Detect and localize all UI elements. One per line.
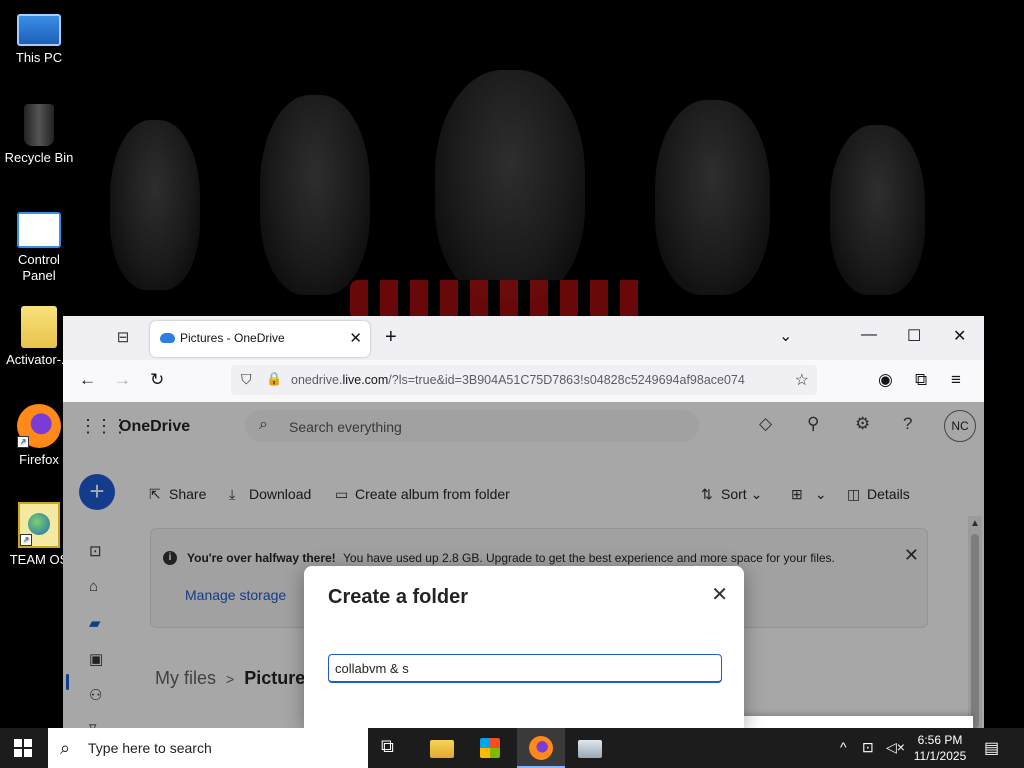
navigation-toolbar: ← → ↻ ⛉ 🔒 onedrive.live.com/?ls=true&id=… (63, 360, 984, 403)
new-tab-button[interactable]: + (385, 326, 397, 349)
desktop-icon-label: Recycle Bin (4, 150, 74, 165)
wallpaper-mask (260, 95, 370, 295)
taskbar-clock[interactable]: 6:56 PM 11/1/2025 (906, 732, 974, 764)
firefox-icon (529, 736, 553, 760)
onedrive-cloud-icon (160, 333, 175, 343)
desktop-icon-recycle-bin[interactable]: Recycle Bin (0, 104, 78, 166)
extensions-puzzle-icon[interactable]: ⧉ (915, 370, 927, 390)
minimize-button[interactable]: — (861, 326, 877, 344)
volume-muted-icon[interactable]: ◁× (886, 739, 905, 756)
create-folder-dialog: Create a folder ✕ (304, 566, 744, 728)
taskbar-firefox-button[interactable] (517, 728, 565, 768)
url-text[interactable]: onedrive.live.com/?ls=true&id=3B904A51C7… (291, 373, 783, 387)
shortcut-arrow-icon: ↗ (17, 436, 29, 448)
close-window-button[interactable]: ✕ (953, 326, 966, 346)
windows-start-icon[interactable] (14, 739, 32, 757)
control-panel-icon (17, 212, 61, 248)
recycle-bin-icon (24, 104, 54, 146)
dialog-close-icon[interactable]: ✕ (711, 582, 728, 607)
back-arrow-icon[interactable]: ← (79, 370, 96, 390)
search-icon: ⌕ (60, 738, 71, 758)
lock-icon[interactable]: 🔒 (266, 371, 282, 387)
computer-icon (17, 14, 61, 46)
menu-hamburger-icon[interactable]: ≡ (951, 370, 961, 390)
address-bar[interactable]: ⛉ 🔒 onedrive.live.com/?ls=true&id=3B904A… (231, 365, 817, 395)
tab-list-icon[interactable]: ⊟ (113, 328, 133, 348)
wallpaper-mask (830, 125, 925, 295)
shortcut-arrow-icon: ↗ (20, 534, 32, 546)
file-explorer-icon[interactable] (430, 740, 454, 758)
maximize-button[interactable]: ☐ (907, 326, 921, 346)
desktop-icon-label: Control Panel (18, 252, 60, 283)
bookmark-star-icon[interactable]: ☆ (795, 370, 809, 390)
desktop-icon-label: This PC (15, 50, 63, 65)
dialog-title: Create a folder (328, 586, 469, 608)
network-app-icon[interactable] (578, 740, 602, 758)
clock-date: 11/1/2025 (913, 749, 967, 763)
tab-title: Pictures - OneDrive (180, 331, 285, 345)
forward-arrow-icon[interactable]: → (114, 370, 131, 390)
tracking-shield-icon[interactable]: ⛉ (241, 371, 252, 388)
firefox-window: ⊟ Pictures - OneDrive ✕ + ⌄ — ☐ ✕ ← → ↻ … (63, 316, 984, 728)
folder-icon (21, 306, 57, 348)
wallpaper-red-logo (350, 280, 650, 320)
list-all-tabs-chevron-icon[interactable]: ⌄ (779, 326, 792, 346)
reload-icon[interactable]: ↻ (150, 370, 164, 390)
microsoft-store-icon[interactable] (480, 738, 500, 758)
wallpaper-mask (655, 100, 770, 295)
taskbar: ⌕ Type here to search ⧉ ^ ⊡ ◁× 6:56 PM 1… (0, 728, 1024, 768)
team-os-icon: ↗ (18, 502, 60, 548)
tab-bar: ⊟ Pictures - OneDrive ✕ + ⌄ — ☐ ✕ (63, 316, 984, 360)
account-icon[interactable]: ◉ (878, 370, 893, 390)
show-hidden-icons-chevron-icon[interactable]: ^ (840, 739, 847, 755)
desktop-icon-control-panel[interactable]: Control Panel (0, 206, 78, 284)
tab-pictures-onedrive[interactable]: Pictures - OneDrive ✕ (150, 321, 370, 357)
desktop-icon-this-pc[interactable]: This PC (0, 6, 78, 66)
clock-time: 6:56 PM (917, 733, 963, 747)
taskbar-search-box[interactable]: ⌕ Type here to search (48, 728, 368, 768)
notification-icon[interactable]: ▤ (984, 738, 999, 758)
firefox-icon: ↗ (17, 404, 61, 448)
taskbar-search-text: Type here to search (88, 740, 212, 756)
task-view-icon[interactable]: ⧉ (381, 736, 405, 760)
close-tab-button[interactable]: ✕ (349, 329, 362, 347)
network-icon[interactable]: ⊡ (862, 739, 874, 756)
wallpaper-mask (110, 120, 200, 290)
folder-name-input[interactable] (328, 654, 722, 683)
wallpaper-mask (435, 70, 585, 300)
onedrive-page: ⋮⋮⋮ OneDrive ⌕ ◇ ⚲ ⚙ ? NC + ⊡ ⌂ ▰ ▣ ⚇ ▿ … (63, 402, 984, 728)
